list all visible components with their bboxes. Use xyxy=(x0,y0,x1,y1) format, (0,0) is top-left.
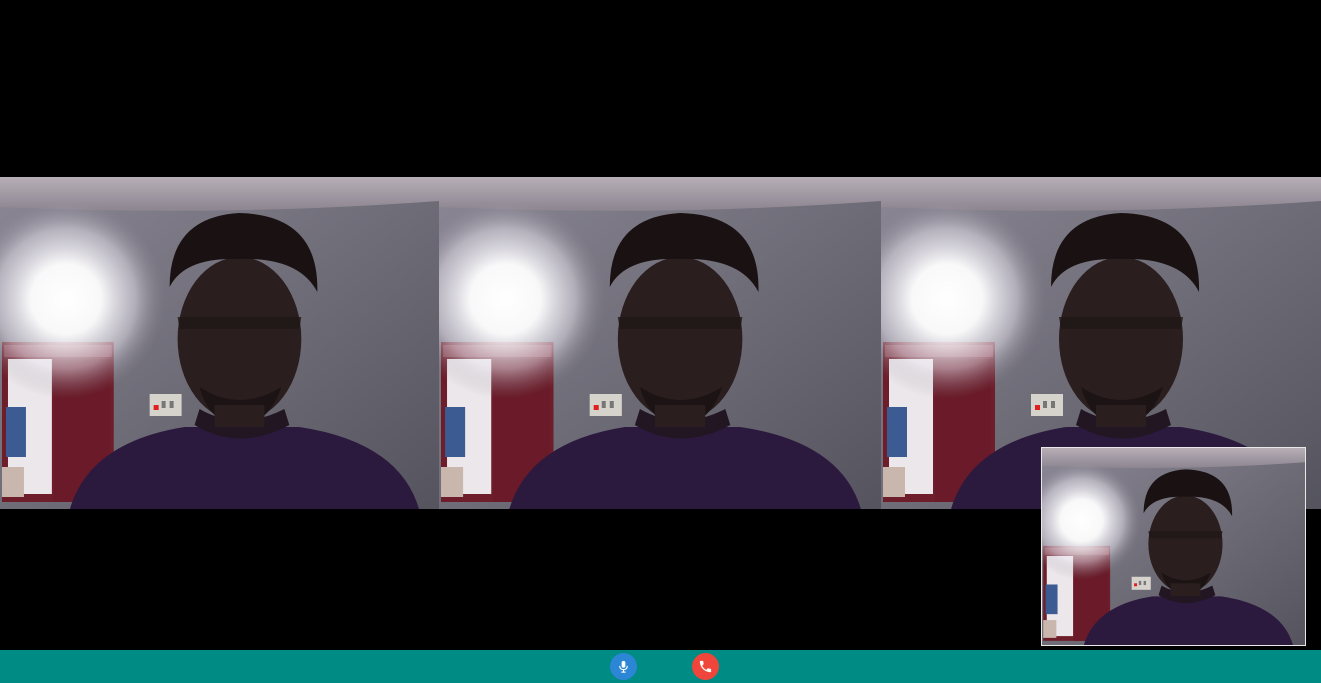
microphone-icon xyxy=(619,660,628,673)
phone-hangup-icon xyxy=(699,660,712,673)
end-call-button[interactable] xyxy=(692,653,719,680)
mute-microphone-button[interactable] xyxy=(610,653,637,680)
local-video-preview[interactable] xyxy=(1041,447,1306,646)
camera-feed xyxy=(439,177,881,509)
remote-video-feed xyxy=(439,177,881,509)
call-controls-bar xyxy=(0,650,1321,683)
self-view-feed xyxy=(1042,448,1305,645)
camera-feed xyxy=(0,177,439,509)
remote-video-feed xyxy=(0,177,439,509)
call-stage xyxy=(0,0,1321,650)
